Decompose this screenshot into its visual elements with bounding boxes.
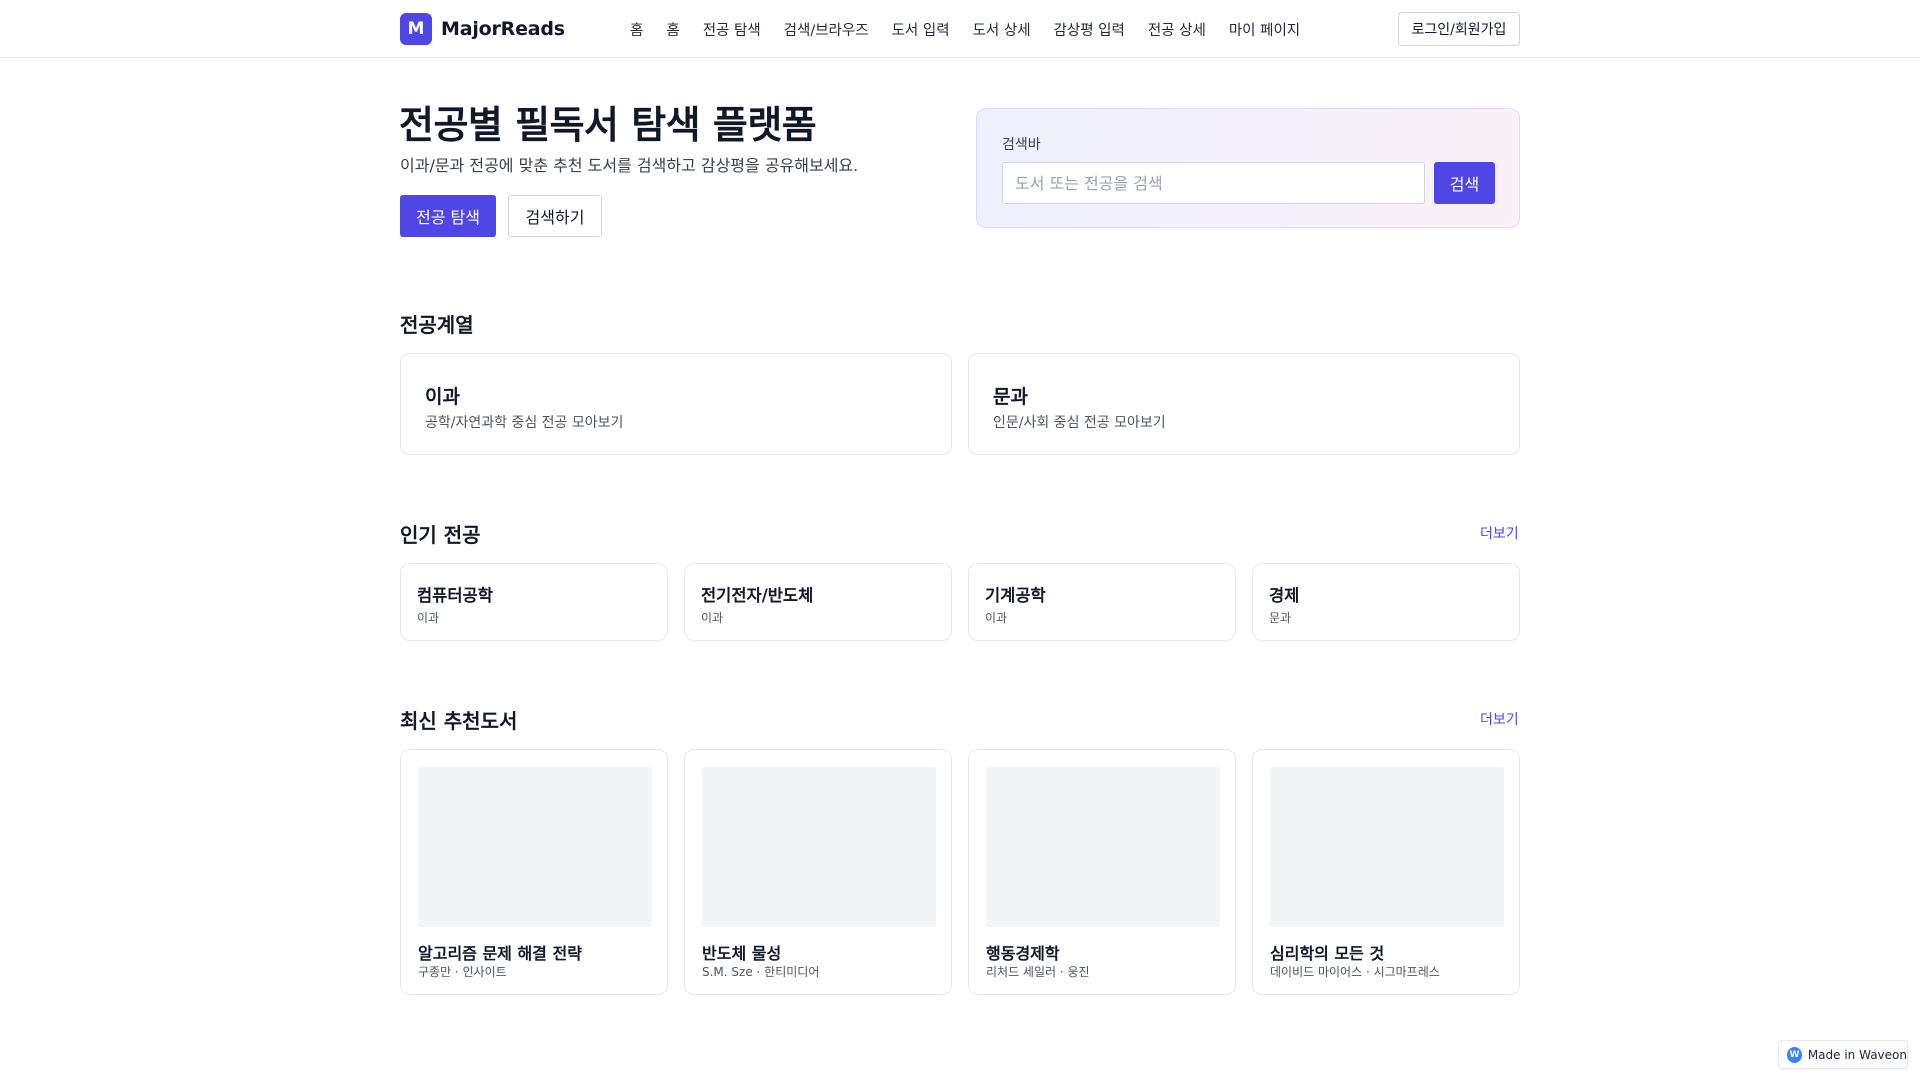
logo-icon: M bbox=[400, 13, 432, 45]
brand-logo[interactable]: M MajorReads bbox=[400, 13, 565, 45]
search-label: 검색바 bbox=[1002, 137, 1041, 153]
main-nav: 홈 홈 전공 탐색 검색/브라우즈 도서 입력 도서 상세 감상평 입력 전공 … bbox=[630, 0, 1300, 58]
nav-item-major-explore[interactable]: 전공 탐색 bbox=[703, 19, 761, 40]
category-card-humanities[interactable]: 문과 인문/사회 중심 전공 모아보기 bbox=[968, 353, 1520, 455]
book-cover-placeholder bbox=[702, 767, 936, 927]
latest-books-title: 최신 추천도서 bbox=[400, 709, 518, 733]
login-signup-button[interactable]: 로그인/회원가입 bbox=[1398, 12, 1520, 46]
nav-item-home-2[interactable]: 홈 bbox=[666, 19, 679, 40]
nav-item-book-detail[interactable]: 도서 상세 bbox=[973, 19, 1031, 40]
category-desc: 인문/사회 중심 전공 모아보기 bbox=[993, 415, 1166, 431]
book-card[interactable]: 심리학의 모든 것 데이비드 마이어스 · 시그마프레스 bbox=[1252, 749, 1520, 995]
book-card[interactable]: 알고리즘 문제 해결 전략 구종만 · 인사이트 bbox=[400, 749, 668, 995]
book-title: 행동경제학 bbox=[986, 944, 1060, 963]
book-meta: 데이비드 마이어스 · 시그마프레스 bbox=[1270, 965, 1440, 979]
waveon-logo-icon: W bbox=[1787, 1046, 1802, 1063]
nav-item-book-input[interactable]: 도서 입력 bbox=[892, 19, 950, 40]
explore-majors-button[interactable]: 전공 탐색 bbox=[400, 195, 496, 237]
book-title: 심리학의 모든 것 bbox=[1270, 944, 1385, 963]
top-header: M MajorReads 홈 홈 전공 탐색 검색/브라우즈 도서 입력 도서 … bbox=[0, 0, 1920, 58]
major-name: 기계공학 bbox=[985, 586, 1046, 605]
popular-more-link[interactable]: 더보기 bbox=[1480, 523, 1519, 543]
major-card[interactable]: 기계공학 이과 bbox=[968, 563, 1236, 641]
book-card[interactable]: 행동경제학 리처드 세일러 · 웅진 bbox=[968, 749, 1236, 995]
major-card[interactable]: 전기전자/반도체 이과 bbox=[684, 563, 952, 641]
category-desc: 공학/자연과학 중심 전공 모아보기 bbox=[425, 415, 624, 431]
badge-text: Made in Waveon bbox=[1807, 1047, 1907, 1062]
search-panel: 검색바 검색 bbox=[976, 108, 1520, 228]
category-name: 문과 bbox=[993, 386, 1028, 408]
page-title: 전공별 필독서 탐색 플랫폼 bbox=[399, 103, 817, 147]
book-card[interactable]: 반도체 물성 S.M. Sze · 한티미디어 bbox=[684, 749, 952, 995]
nav-item-my-page[interactable]: 마이 페이지 bbox=[1229, 19, 1300, 40]
book-meta: 구종만 · 인사이트 bbox=[418, 965, 507, 979]
nav-item-review-input[interactable]: 감상평 입력 bbox=[1054, 19, 1125, 40]
nav-item-home[interactable]: 홈 bbox=[630, 19, 643, 40]
brand-name: MajorReads bbox=[441, 18, 565, 40]
major-name: 컴퓨터공학 bbox=[417, 586, 493, 605]
book-meta: S.M. Sze · 한티미디어 bbox=[702, 965, 820, 979]
major-card[interactable]: 컴퓨터공학 이과 bbox=[400, 563, 668, 641]
go-search-button[interactable]: 검색하기 bbox=[508, 195, 602, 237]
book-cover-placeholder bbox=[418, 767, 652, 927]
major-field: 이과 bbox=[417, 611, 440, 625]
major-name: 전기전자/반도체 bbox=[701, 586, 814, 605]
book-title: 알고리즘 문제 해결 전략 bbox=[418, 944, 582, 963]
popular-majors-title: 인기 전공 bbox=[400, 523, 481, 547]
book-cover-placeholder bbox=[1270, 767, 1504, 927]
book-cover-placeholder bbox=[986, 767, 1220, 927]
nav-item-major-detail[interactable]: 전공 상세 bbox=[1148, 19, 1206, 40]
book-title: 반도체 물성 bbox=[702, 944, 782, 963]
major-name: 경제 bbox=[1269, 586, 1300, 605]
major-card[interactable]: 경제 문과 bbox=[1252, 563, 1520, 641]
made-in-waveon-badge[interactable]: W Made in Waveon bbox=[1778, 1040, 1908, 1069]
category-name: 이과 bbox=[425, 386, 460, 408]
nav-item-search-browse[interactable]: 검색/브라우즈 bbox=[784, 19, 869, 40]
search-input[interactable] bbox=[1002, 162, 1425, 204]
search-button[interactable]: 검색 bbox=[1434, 162, 1495, 204]
major-field: 이과 bbox=[701, 611, 724, 625]
book-meta: 리처드 세일러 · 웅진 bbox=[986, 965, 1090, 979]
major-field: 이과 bbox=[985, 611, 1008, 625]
books-more-link[interactable]: 더보기 bbox=[1480, 709, 1519, 729]
major-field: 문과 bbox=[1269, 611, 1292, 625]
category-card-science[interactable]: 이과 공학/자연과학 중심 전공 모아보기 bbox=[400, 353, 952, 455]
hero-subtitle: 이과/문과 전공에 맞춘 추천 도서를 검색하고 감상평을 공유해보세요. bbox=[400, 156, 859, 175]
categories-title: 전공계열 bbox=[400, 313, 474, 337]
